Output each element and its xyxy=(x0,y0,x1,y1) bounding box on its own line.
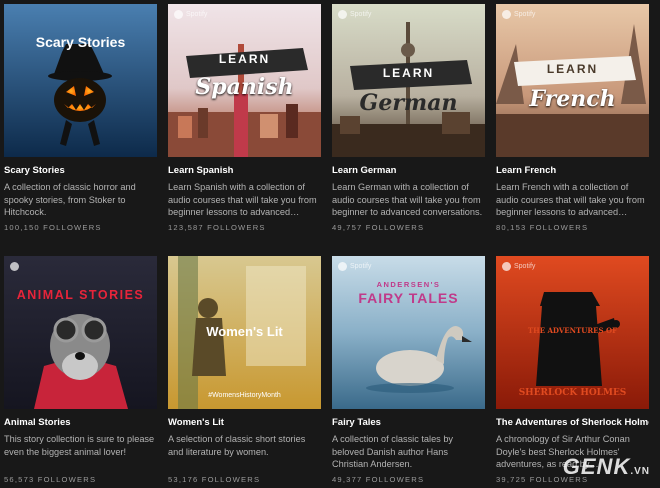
spotify-logo-icon xyxy=(174,10,183,19)
playlist-title[interactable]: The Adventures of Sherlock Holmes xyxy=(496,417,649,428)
playlist-card-fairy-tales[interactable]: Spotify ANDERSEN'S FAIRY TALES Fairy Tal… xyxy=(332,256,485,488)
playlist-description: This story collection is sure to please … xyxy=(4,434,155,457)
cover-banner-script: French xyxy=(529,86,616,112)
playlist-card-learn-german[interactable]: Spotify LEARN German Learn German Learn … xyxy=(332,4,485,256)
genk-watermark: GENK.VN xyxy=(562,454,650,479)
french-cover-art xyxy=(496,4,649,157)
cover-banner-top: LEARN xyxy=(218,52,271,66)
spotify-badge: Spotify xyxy=(338,262,371,271)
spotify-badge: Spotify xyxy=(174,10,207,19)
playlist-title[interactable]: Women's Lit xyxy=(168,417,321,428)
playlist-description: A selection of classic short stories and… xyxy=(168,434,306,457)
follower-count: 49,377 FOLLOWERS xyxy=(332,475,425,484)
playlist-cover[interactable]: Spotify LEARN German xyxy=(332,4,485,157)
cover-title: Scary Stories xyxy=(35,34,126,50)
cover-subtitle: ANDERSEN'S xyxy=(376,280,441,289)
spotify-logo-icon xyxy=(502,10,511,19)
follower-count: 56,573 FOLLOWERS xyxy=(4,475,97,484)
follower-count: 53,176 FOLLOWERS xyxy=(168,475,261,484)
cover-title: FAIRY TALES xyxy=(358,290,459,306)
playlist-card-womens-lit[interactable]: Women's Lit #WomensHistoryMonth Women's … xyxy=(168,256,321,488)
playlist-cover[interactable]: ANIMAL STORIES xyxy=(4,256,157,409)
cover-hashtag: #WomensHistoryMonth xyxy=(208,392,281,399)
follower-count: 123,587 FOLLOWERS xyxy=(168,223,266,232)
spotify-logo-icon xyxy=(338,10,347,19)
animal-cover-art xyxy=(4,256,157,409)
playlist-cover[interactable]: Women's Lit #WomensHistoryMonth xyxy=(168,256,321,409)
playlist-description: A collection of classic horror and spook… xyxy=(4,182,136,217)
cover-banner-script: German xyxy=(359,90,458,116)
playlist-card-learn-spanish[interactable]: Spotify LEARN Spanish Learn Spanish Lear… xyxy=(168,4,321,256)
cover-banner-script: Spanish xyxy=(195,74,294,100)
playlist-description: A collection of classic tales by beloved… xyxy=(332,434,454,469)
cover-title: SHERLOCK HOLMES xyxy=(518,388,627,398)
playlist-card-animal-stories[interactable]: ANIMAL STORIES Animal Stories This story… xyxy=(4,256,157,488)
follower-count: 80,153 FOLLOWERS xyxy=(496,223,589,232)
playlist-title[interactable]: Animal Stories xyxy=(4,417,157,428)
playlist-cover[interactable]: Spotify LEARN French xyxy=(496,4,649,157)
playlist-grid: Scary Stories Scary Stories A collection… xyxy=(4,4,649,488)
spotify-badge: Spotify xyxy=(338,10,371,19)
spotify-badge xyxy=(10,262,19,271)
follower-count: 49,757 FOLLOWERS xyxy=(332,223,425,232)
cover-banner-top: LEARN xyxy=(382,66,435,80)
playlist-description: Learn Spanish with a collection of audio… xyxy=(168,182,317,217)
playlist-description: Learn French with a collection of audio … xyxy=(496,182,645,217)
spotify-logo-icon xyxy=(338,262,347,271)
fairy-tales-cover-art xyxy=(332,256,485,409)
spotify-logo-icon xyxy=(10,262,19,271)
playlist-title[interactable]: Learn Spanish xyxy=(168,165,321,176)
playlist-cover[interactable]: Scary Stories xyxy=(4,4,157,157)
cover-title: ANIMAL STORIES xyxy=(16,288,145,302)
playlist-cover[interactable]: Spotify LEARN Spanish xyxy=(168,4,321,157)
playlist-title[interactable]: Learn French xyxy=(496,165,649,176)
spotify-logo-icon xyxy=(502,262,511,271)
scary-cover-art xyxy=(4,4,157,157)
german-cover-art xyxy=(332,4,485,157)
cover-subtitle: THE ADVENTURES OF xyxy=(527,326,618,335)
playlist-cover[interactable]: Spotify ANDERSEN'S FAIRY TALES xyxy=(332,256,485,409)
cover-banner-top: LEARN xyxy=(546,62,599,76)
spotify-badge: Spotify xyxy=(502,262,535,271)
playlist-title[interactable]: Fairy Tales xyxy=(332,417,485,428)
follower-count: 100,150 FOLLOWERS xyxy=(4,223,102,232)
playlist-title[interactable]: Scary Stories xyxy=(4,165,157,176)
playlist-cover[interactable]: Spotify THE ADVENTURES OF SHERLOCK HOLME… xyxy=(496,256,649,409)
spotify-badge: Spotify xyxy=(502,10,535,19)
playlist-description: Learn German with a collection of audio … xyxy=(332,182,483,217)
playlist-card-scary-stories[interactable]: Scary Stories Scary Stories A collection… xyxy=(4,4,157,256)
playlist-title[interactable]: Learn German xyxy=(332,165,485,176)
cover-title: Women's Lit xyxy=(206,324,283,339)
playlist-card-learn-french[interactable]: Spotify LEARN French Learn French Learn … xyxy=(496,4,649,256)
